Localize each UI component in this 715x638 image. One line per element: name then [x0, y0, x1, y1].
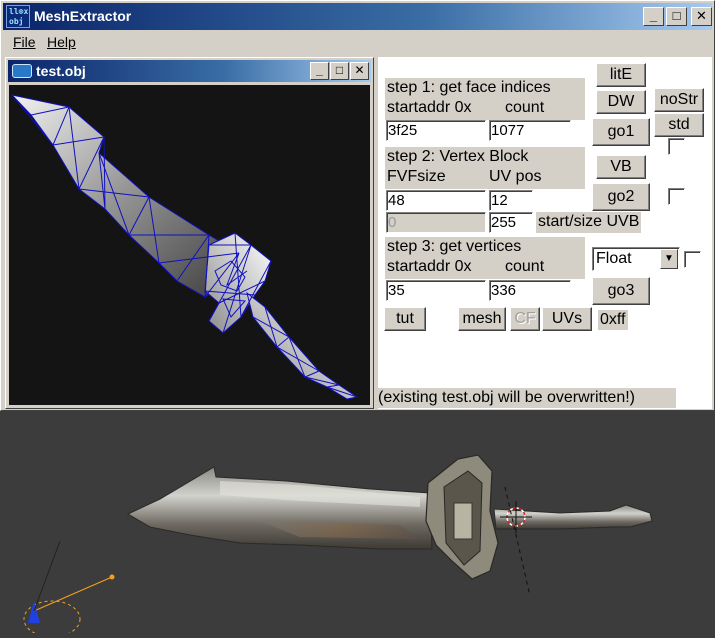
preview-close-button[interactable]: ✕ — [350, 62, 369, 80]
hex-label: 0xff — [598, 310, 628, 330]
menu-help-label: Help — [47, 34, 76, 50]
preview-window: test.obj _ □ ✕ — [5, 57, 374, 409]
textured-sword-render — [23, 454, 653, 638]
mesh-button[interactable]: mesh — [458, 307, 506, 331]
app-icon-line2: obj — [9, 17, 24, 26]
main-window: ll⊗x obj MeshExtractor _ □ ✕ File Help t… — [0, 0, 715, 411]
step1-count-label: count — [505, 99, 545, 116]
std-checkbox[interactable] — [668, 138, 685, 155]
app-icon-line1: ll⊗x — [9, 7, 29, 16]
go2-button[interactable]: go2 — [592, 183, 650, 211]
step1-startaddr-field[interactable]: 3f25 — [386, 120, 486, 141]
uvb-start-field: 0 — [386, 212, 486, 233]
step2-fvfsize-label: FVFsize — [387, 168, 446, 185]
chevron-down-icon[interactable]: ▼ — [660, 249, 678, 269]
step3-startaddr-field[interactable]: 35 — [386, 280, 486, 301]
tut-button[interactable]: tut — [384, 307, 426, 331]
preview-title-bar[interactable]: test.obj _ □ ✕ — [8, 60, 371, 82]
vb-button[interactable]: VB — [596, 155, 646, 179]
nostr-button[interactable]: noStr — [654, 88, 704, 112]
preview-maximize-button[interactable]: □ — [330, 62, 349, 80]
scene-viewport[interactable] — [0, 411, 715, 638]
step1-startaddr-label: startaddr 0x — [387, 99, 472, 116]
step1-group: step 1: get face indices startaddr 0x co… — [385, 78, 585, 120]
step2-group: step 2: Vertex Block FVFsize UV pos — [385, 147, 585, 189]
cf-button: CF — [510, 307, 540, 331]
maximize-button[interactable]: □ — [666, 7, 687, 26]
step3-count-field[interactable]: 336 — [489, 280, 571, 301]
uvpos-field[interactable]: 12 — [489, 190, 533, 211]
step1-label: step 1: get face indices — [387, 79, 551, 96]
step1-count-field[interactable]: 1077 — [489, 120, 571, 141]
step3-sublabels: startaddr 0x count — [387, 257, 583, 277]
step3-group: step 3: get vertices startaddr 0x count — [385, 237, 585, 279]
uvs-button[interactable]: UVs — [542, 307, 592, 331]
step2-uvpos-label: UV pos — [489, 168, 542, 185]
format-checkbox[interactable] — [684, 251, 701, 268]
dw-button[interactable]: DW — [596, 90, 646, 114]
minimize-button[interactable]: _ — [643, 7, 664, 26]
menu-file-label: File — [13, 34, 36, 50]
control-panel: step 1: get face indices startaddr 0x co… — [376, 57, 712, 409]
step3-label: step 3: get vertices — [387, 238, 522, 255]
wireframe-sword-render — [10, 94, 359, 400]
window-title: MeshExtractor — [34, 8, 132, 24]
step2-sublabels: FVFsize UV pos — [387, 167, 583, 187]
preview-title: test.obj — [36, 63, 86, 79]
menu-file[interactable]: File — [13, 34, 36, 50]
menu-help[interactable]: Help — [47, 34, 76, 50]
uvb-size-field[interactable]: 255 — [489, 212, 533, 233]
step2-label: step 2: Vertex Block — [387, 148, 529, 165]
lite-button[interactable]: litE — [596, 63, 646, 87]
go1-button[interactable]: go1 — [592, 118, 650, 146]
preview-window-icon — [12, 64, 32, 78]
step1-sublabels: startaddr 0x count — [387, 98, 583, 118]
menu-bar: File Help — [3, 31, 712, 53]
uvb-label: start/size UVB — [536, 212, 642, 233]
step3-count-label: count — [505, 258, 545, 275]
format-select[interactable]: Float ▼ — [592, 247, 680, 271]
fvfsize-field[interactable]: 48 — [386, 190, 486, 211]
title-bar[interactable]: ll⊗x obj MeshExtractor _ □ ✕ — [3, 3, 712, 30]
format-select-value: Float — [596, 250, 632, 267]
mesh-preview-viewport[interactable] — [9, 85, 370, 405]
step3-startaddr-label: startaddr 0x — [387, 258, 472, 275]
app-icon[interactable]: ll⊗x obj — [6, 5, 30, 28]
close-button[interactable]: ✕ — [691, 7, 712, 26]
std-button[interactable]: std — [654, 113, 704, 137]
go2-checkbox[interactable] — [668, 188, 685, 205]
preview-minimize-button[interactable]: _ — [310, 62, 329, 80]
overwrite-warning: (existing test.obj will be overwritten!) — [376, 388, 676, 408]
go3-button[interactable]: go3 — [592, 277, 650, 305]
